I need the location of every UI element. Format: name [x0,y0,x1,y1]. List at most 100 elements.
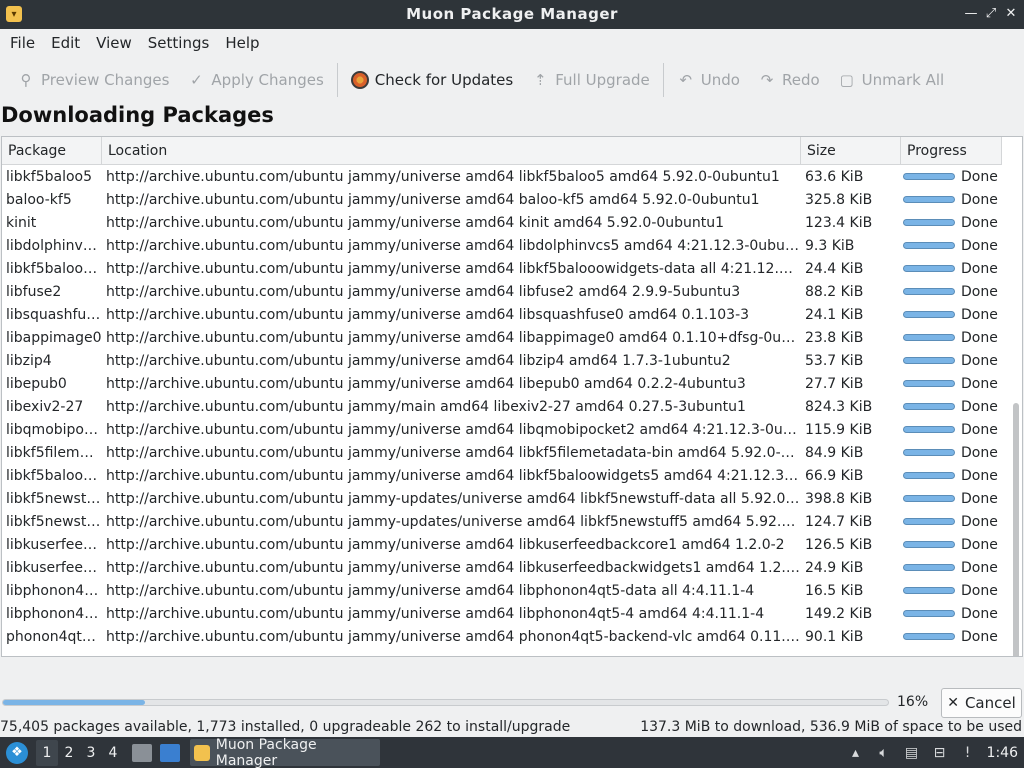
table-row[interactable]: libexiv2-27 http://archive.ubuntu.com/ubu… [2,395,1006,418]
row-progress-bar [903,587,955,594]
progress-cell: Done [901,491,1002,507]
table-row[interactable]: baloo-kf5 http://archive.ubuntu.com/ubunt… [2,188,1006,211]
column-header-progress[interactable]: Progress [901,137,1002,165]
table-row[interactable]: libkf5baloo… http://archive.ubuntu.com/ub… [2,464,1006,487]
location-cell: http://archive.ubuntu.com/ubuntu jammy/u… [106,375,746,392]
package-cell: libsquashfus… [6,306,102,323]
progress-cell: Done [901,445,1002,461]
package-cell: kinit [6,214,37,231]
unmark-all-label: Unmark All [861,71,945,89]
workspace-3[interactable]: 3 [80,740,102,766]
muon-app-icon [194,744,210,761]
package-cell: libkf5baloo5 [6,168,93,185]
taskbar-task-muon[interactable]: Muon Package Manager [190,737,380,768]
toolbar: ⚲ Preview Changes ✓ Apply Changes Check … [0,60,1024,100]
vertical-scrollbar[interactable] [1013,403,1019,656]
table-row[interactable]: libfuse2 http://archive.ubuntu.com/ubuntu… [2,280,1006,303]
workspace-1[interactable]: 1 [36,739,58,766]
table-row[interactable]: kinit http://archive.ubuntu.com/ubuntu ja… [2,211,1006,234]
location-cell: http://archive.ubuntu.com/ubuntu jammy/u… [106,329,801,346]
progress-cell: Done [901,353,1002,369]
column-header-size[interactable]: Size [801,137,901,165]
row-status: Done [961,490,998,507]
row-status: Done [961,191,998,208]
package-cell: libqmobipoc… [6,421,102,438]
table-row[interactable]: libkf5fileme… http://archive.ubuntu.com/u… [2,441,1006,464]
workspace-4[interactable]: 4 [102,740,124,766]
row-status: Done [961,329,998,346]
clock[interactable]: 1:46 [987,745,1018,761]
table-row[interactable]: libepub0 http://archive.ubuntu.com/ubuntu… [2,372,1006,395]
table-row[interactable]: libqmobipoc… http://archive.ubuntu.com/ub… [2,418,1006,441]
overall-progress-fill [3,700,145,705]
table-row[interactable]: phonon4qt5… http://archive.ubuntu.com/ubu… [2,625,1006,648]
row-progress-bar [903,242,955,249]
package-cell: libkf5fileme… [6,444,102,461]
maximize-icon[interactable]: ⤢ [981,4,1001,24]
start-menu-icon[interactable]: ❖ [6,741,28,764]
check-icon: ✓ [190,71,203,89]
menu-help[interactable]: Help [217,34,267,52]
progress-cell: Done [901,261,1002,277]
location-cell: http://archive.ubuntu.com/ubuntu jammy/u… [106,306,750,323]
size-cell: 9.3 KiB [805,237,855,254]
volume-icon[interactable]: 🔈︎ [875,744,893,762]
close-icon: ✕ [947,695,959,711]
table-row[interactable]: libphonon4… http://archive.ubuntu.com/ubu… [2,602,1006,625]
unmark-all-button[interactable]: ▢ Unmark All [829,64,954,96]
column-header-location[interactable]: Location [102,137,801,165]
desktop-icon[interactable] [160,743,180,762]
package-cell: libexiv2-27 [6,398,84,415]
upgrade-icon: ⇡ [533,71,547,89]
menu-bar: File Edit View Settings Help [0,29,1024,57]
tray-icon[interactable]: ▴ [847,744,865,762]
clipboard-icon[interactable]: ▤ [903,744,921,762]
package-cell: phonon4qt5… [6,628,102,645]
row-progress-bar [903,334,955,341]
package-cell: libphonon4… [6,605,99,622]
minimize-icon[interactable]: — [961,4,981,24]
size-cell: 123.4 KiB [805,214,873,231]
location-cell: http://archive.ubuntu.com/ubuntu jammy/u… [106,237,801,254]
table-row[interactable]: libphonon4… http://archive.ubuntu.com/ubu… [2,579,1006,602]
table-row[interactable]: libkuserfee… http://archive.ubuntu.com/ub… [2,556,1006,579]
workspace-2[interactable]: 2 [58,740,80,766]
redo-button[interactable]: ↷ Redo [749,64,829,96]
row-status: Done [961,168,998,185]
package-cell: libkf5newst… [6,490,101,507]
menu-view[interactable]: View [88,34,140,52]
location-cell: http://archive.ubuntu.com/ubuntu jammy/u… [106,536,785,553]
location-cell: http://archive.ubuntu.com/ubuntu jammy/m… [106,398,746,415]
column-header-package[interactable]: Package [2,137,102,165]
package-cell: libkuserfee… [6,536,98,553]
cancel-button[interactable]: ✕ Cancel [941,688,1022,718]
unmark-icon: ▢ [839,71,854,89]
size-cell: 124.7 KiB [805,513,873,530]
table-row[interactable]: libkf5baloo… http://archive.ubuntu.com/ub… [2,257,1006,280]
table-row[interactable]: libkuserfee… http://archive.ubuntu.com/ub… [2,533,1006,556]
network-icon[interactable]: ⊟ [931,744,949,762]
size-cell: 24.4 KiB [805,260,864,277]
table-row[interactable]: libkf5baloo5 http://archive.ubuntu.com/ub… [2,165,1006,188]
check-updates-button[interactable]: Check for Updates [342,64,522,96]
menu-file[interactable]: File [2,34,43,52]
progress-cell: Done [901,238,1002,254]
notification-icon[interactable]: ! [959,744,977,762]
table-row[interactable]: libzip4 http://archive.ubuntu.com/ubuntu … [2,349,1006,372]
search-icon: ⚲ [20,71,32,89]
menu-settings[interactable]: Settings [140,34,218,52]
package-cell: libepub0 [6,375,67,392]
menu-edit[interactable]: Edit [43,34,88,52]
table-row[interactable]: libappimage0 http://archive.ubuntu.com/ub… [2,326,1006,349]
size-cell: 27.7 KiB [805,375,864,392]
preview-changes-button[interactable]: ⚲ Preview Changes [8,64,178,96]
table-row[interactable]: libkf5newst… http://archive.ubuntu.com/ub… [2,510,1006,533]
full-upgrade-button[interactable]: ⇡ Full Upgrade [522,64,659,96]
table-row[interactable]: libkf5newst… http://archive.ubuntu.com/ub… [2,487,1006,510]
file-manager-icon[interactable] [132,743,152,762]
apply-changes-button[interactable]: ✓ Apply Changes [178,64,332,96]
undo-button[interactable]: ↶ Undo [668,64,749,96]
table-row[interactable]: libdolphinvcs5 http://archive.ubuntu.com/… [2,234,1006,257]
table-row[interactable]: libsquashfus… http://archive.ubuntu.com/u… [2,303,1006,326]
close-icon[interactable]: ✕ [1001,4,1021,24]
